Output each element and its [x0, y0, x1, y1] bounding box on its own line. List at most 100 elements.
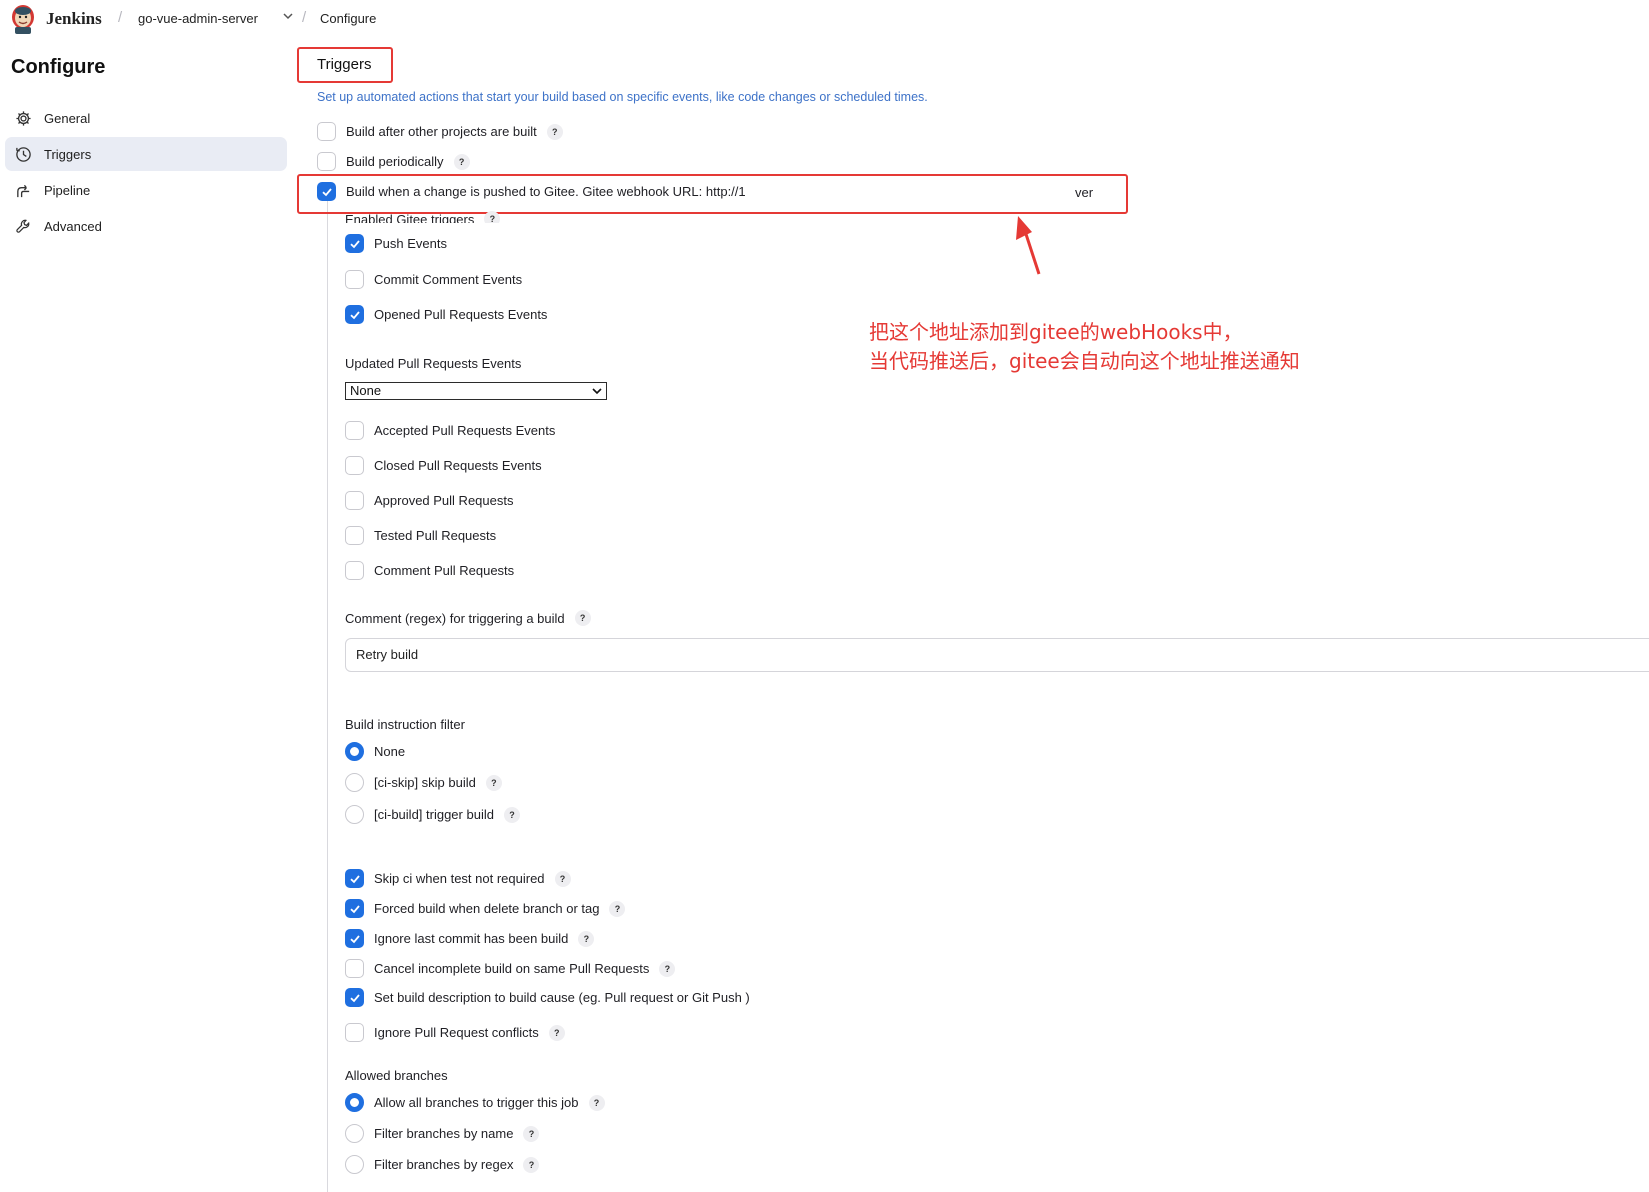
help-icon[interactable]: ?: [659, 960, 676, 977]
help-icon[interactable]: ?: [484, 211, 501, 223]
checkbox-checked[interactable]: [345, 899, 364, 918]
filter-by-name-option[interactable]: Filter branches by name ?: [345, 1124, 540, 1143]
option-label: Filter branches by name: [374, 1126, 514, 1141]
sidebar-item-general[interactable]: General: [5, 101, 287, 135]
checkbox[interactable]: [345, 421, 364, 440]
help-icon[interactable]: ?: [485, 774, 502, 791]
sidebar-item-pipeline[interactable]: Pipeline: [5, 173, 287, 207]
ignore-last-commit-option[interactable]: Ignore last commit has been build ?: [345, 929, 595, 948]
help-icon[interactable]: ?: [503, 806, 520, 823]
checkbox-checked[interactable]: [317, 182, 336, 201]
sidebar-title: Configure: [11, 56, 106, 78]
help-icon[interactable]: ?: [574, 610, 591, 626]
set-build-description-option[interactable]: Set build description to build cause (eg…: [345, 988, 750, 1007]
ignore-pr-conflicts-option[interactable]: Ignore Pull Request conflicts ?: [345, 1023, 565, 1042]
help-icon[interactable]: ?: [546, 123, 563, 140]
sidebar-item-advanced[interactable]: Advanced: [5, 209, 287, 243]
help-icon[interactable]: ?: [548, 1024, 565, 1041]
breadcrumb: Jenkins / go-vue-admin-server / Configur…: [0, 0, 1649, 38]
help-icon[interactable]: ?: [523, 1156, 540, 1173]
option-label: Accepted Pull Requests Events: [374, 423, 556, 438]
checkbox-checked[interactable]: [345, 988, 364, 1007]
opened-pr-events-option[interactable]: Opened Pull Requests Events: [345, 305, 547, 324]
sidebar-item-label: Advanced: [44, 218, 102, 234]
allow-all-branches-option[interactable]: Allow all branches to trigger this job ?: [345, 1093, 605, 1112]
breadcrumb-page[interactable]: Configure: [320, 11, 376, 26]
clock-icon: [14, 145, 32, 163]
option-label: Ignore last commit has been build: [374, 931, 569, 946]
push-events-option[interactable]: Push Events: [345, 234, 447, 253]
checkbox[interactable]: [345, 526, 364, 545]
annotation-arrow-icon: [1016, 216, 1041, 275]
chevron-down-icon[interactable]: [282, 10, 294, 22]
gitee-webhook-option[interactable]: Build when a change is pushed to Gitee. …: [317, 182, 746, 201]
radio-selected[interactable]: [345, 1093, 364, 1112]
section-description: Set up automated actions that start your…: [317, 90, 928, 104]
checkbox-checked[interactable]: [345, 869, 364, 888]
option-label: Closed Pull Requests Events: [374, 458, 542, 473]
check-icon: [321, 187, 332, 196]
skip-ci-option[interactable]: Skip ci when test not required ?: [345, 869, 571, 888]
annotation-note: 把这个地址添加到gitee的webHooks中， 当代码推送后，gitee会自动…: [869, 318, 1300, 376]
tested-pr-option[interactable]: Tested Pull Requests: [345, 526, 496, 545]
radio[interactable]: [345, 773, 364, 792]
field-label: Comment (regex) for triggering a build: [345, 610, 565, 626]
wrench-icon: [14, 217, 32, 235]
help-icon[interactable]: ?: [554, 870, 571, 887]
option-label: Cancel incomplete build on same Pull Req…: [374, 961, 650, 976]
commit-comment-events-option[interactable]: Commit Comment Events: [345, 270, 522, 289]
option-label: Opened Pull Requests Events: [374, 307, 548, 322]
radio[interactable]: [345, 1124, 364, 1143]
comment-pr-option[interactable]: Comment Pull Requests: [345, 561, 514, 580]
option-label: Commit Comment Events: [374, 272, 523, 287]
option-label: [ci-build] trigger build: [374, 807, 494, 822]
checkbox-checked[interactable]: [345, 234, 364, 253]
sidebar-item-triggers[interactable]: Triggers: [5, 137, 287, 171]
filter-ci-skip-option[interactable]: [ci-skip] skip build ?: [345, 773, 502, 792]
checkbox-checked[interactable]: [345, 305, 364, 324]
checkbox[interactable]: [317, 152, 336, 171]
select-value: None: [350, 383, 382, 398]
checkbox[interactable]: [345, 561, 364, 580]
radio[interactable]: [345, 805, 364, 824]
jenkins-brand[interactable]: Jenkins: [46, 9, 102, 29]
checkbox[interactable]: [345, 491, 364, 510]
nested-section-divider: [327, 200, 328, 1192]
checkbox[interactable]: [345, 456, 364, 475]
radio[interactable]: [345, 1155, 364, 1174]
help-icon[interactable]: ?: [588, 1094, 605, 1111]
checkbox[interactable]: [345, 1023, 364, 1042]
checkbox[interactable]: [345, 270, 364, 289]
sidebar-item-label: Triggers: [44, 146, 92, 162]
help-icon[interactable]: ?: [523, 1125, 540, 1142]
option-label: [ci-skip] skip build: [374, 775, 476, 790]
approved-pr-option[interactable]: Approved Pull Requests: [345, 491, 513, 510]
redacted-url: [760, 176, 1070, 206]
filter-none-option[interactable]: None: [345, 742, 405, 761]
build-periodically-option[interactable]: Build periodically ?: [317, 152, 470, 171]
closed-pr-option[interactable]: Closed Pull Requests Events: [345, 456, 542, 475]
build-after-other-option[interactable]: Build after other projects are built ?: [317, 122, 563, 141]
filter-by-regex-option[interactable]: Filter branches by regex ?: [345, 1155, 540, 1174]
help-icon[interactable]: ?: [578, 930, 595, 947]
cancel-incomplete-option[interactable]: Cancel incomplete build on same Pull Req…: [345, 959, 676, 978]
option-label: Allow all branches to trigger this job: [374, 1095, 579, 1110]
comment-regex-input[interactable]: Retry build: [345, 638, 1649, 672]
checkbox-checked[interactable]: [345, 929, 364, 948]
forced-build-option[interactable]: Forced build when delete branch or tag ?: [345, 899, 626, 918]
checkbox[interactable]: [317, 122, 336, 141]
help-icon[interactable]: ?: [453, 153, 470, 170]
radio-selected[interactable]: [345, 742, 364, 761]
option-label: Forced build when delete branch or tag: [374, 901, 600, 916]
updated-pr-select[interactable]: None: [345, 382, 607, 400]
help-icon[interactable]: ?: [609, 900, 626, 917]
section-title: Triggers: [317, 56, 372, 73]
pipeline-icon: [14, 181, 32, 199]
jenkins-logo[interactable]: [10, 4, 36, 34]
checkbox[interactable]: [345, 959, 364, 978]
filter-ci-build-option[interactable]: [ci-build] trigger build ?: [345, 805, 520, 824]
enabled-triggers-label: Enabled Gitee triggers ?: [345, 211, 501, 223]
sidebar-item-label: General: [44, 110, 91, 126]
breadcrumb-project[interactable]: go-vue-admin-server: [138, 11, 258, 26]
accepted-pr-option[interactable]: Accepted Pull Requests Events: [345, 421, 555, 440]
